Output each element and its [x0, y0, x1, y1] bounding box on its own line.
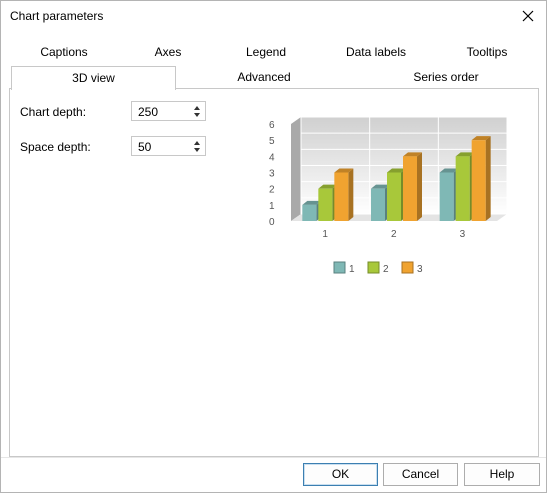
chart-depth-spinner[interactable]: 250 — [131, 101, 206, 121]
bar-side — [485, 136, 491, 221]
bar-side — [348, 168, 354, 221]
y-tick-label: 2 — [269, 185, 275, 196]
x-tick-label: 3 — [460, 229, 466, 240]
x-tick-label: 1 — [322, 229, 328, 240]
legend-label: 1 — [349, 264, 355, 275]
bar — [439, 172, 454, 221]
legend-label: 3 — [417, 264, 423, 275]
ok-button[interactable]: OK — [303, 463, 378, 486]
bar — [302, 204, 317, 221]
bar — [471, 140, 486, 221]
bar — [371, 188, 385, 221]
footer-separator — [1, 457, 546, 458]
legend-swatch — [333, 261, 346, 274]
legend-label: 2 — [383, 264, 389, 275]
tab-legend[interactable]: Legend — [227, 41, 305, 63]
close-icon — [522, 10, 534, 22]
chevron-down-icon[interactable] — [193, 147, 201, 153]
bar — [387, 172, 401, 221]
y-tick-label: 0 — [269, 217, 275, 228]
bar — [403, 156, 417, 221]
bar — [334, 172, 349, 221]
y-tick-label: 5 — [269, 136, 275, 147]
chart-side-wall — [291, 117, 301, 221]
chart-depth-label: Chart depth: — [20, 105, 87, 119]
y-tick-label: 1 — [269, 201, 275, 212]
bar — [318, 188, 333, 221]
x-tick-label: 2 — [391, 229, 397, 240]
tab-advanced[interactable]: Advanced — [181, 66, 347, 88]
space-depth-label: Space depth: — [20, 140, 91, 154]
spinner-arrows — [193, 104, 201, 119]
space-depth-spinner[interactable]: 50 — [131, 136, 206, 156]
dialog-title: Chart parameters — [10, 9, 104, 23]
chart-depth-value: 250 — [138, 105, 159, 119]
y-tick-label: 4 — [269, 152, 275, 163]
space-depth-value: 50 — [138, 140, 152, 154]
bar — [455, 156, 470, 221]
spinner-arrows — [193, 139, 201, 154]
y-tick-label: 3 — [269, 169, 275, 180]
tab-series-order[interactable]: Series order — [361, 66, 531, 88]
chevron-up-icon[interactable] — [193, 140, 201, 146]
cancel-button[interactable]: Cancel — [383, 463, 458, 486]
tab-3d-view[interactable]: 3D view — [11, 66, 176, 90]
legend-swatch — [401, 261, 414, 274]
tab-captions[interactable]: Captions — [25, 41, 103, 63]
tab-row-bottom: 3D view Advanced Series order — [1, 66, 546, 90]
chevron-down-icon[interactable] — [193, 112, 201, 118]
chart-parameters-dialog: Chart parameters Captions Axes Legend Da… — [0, 0, 547, 493]
chevron-up-icon[interactable] — [193, 105, 201, 111]
tab-data-labels[interactable]: Data labels — [331, 41, 421, 63]
tab-row-top: Captions Axes Legend Data labels Tooltip… — [1, 41, 546, 63]
legend-swatch — [367, 261, 380, 274]
chart-preview: 0 1 2 3 4 5 6 1 2 3 1 2 3 — [269, 116, 508, 275]
bar-side — [417, 152, 422, 221]
tab-tooltips[interactable]: Tooltips — [449, 41, 525, 63]
y-tick-label: 6 — [269, 120, 275, 131]
close-button[interactable] — [516, 5, 540, 27]
help-button[interactable]: Help — [464, 463, 540, 486]
tab-axes[interactable]: Axes — [129, 41, 207, 63]
title-bar: Chart parameters — [1, 1, 546, 33]
